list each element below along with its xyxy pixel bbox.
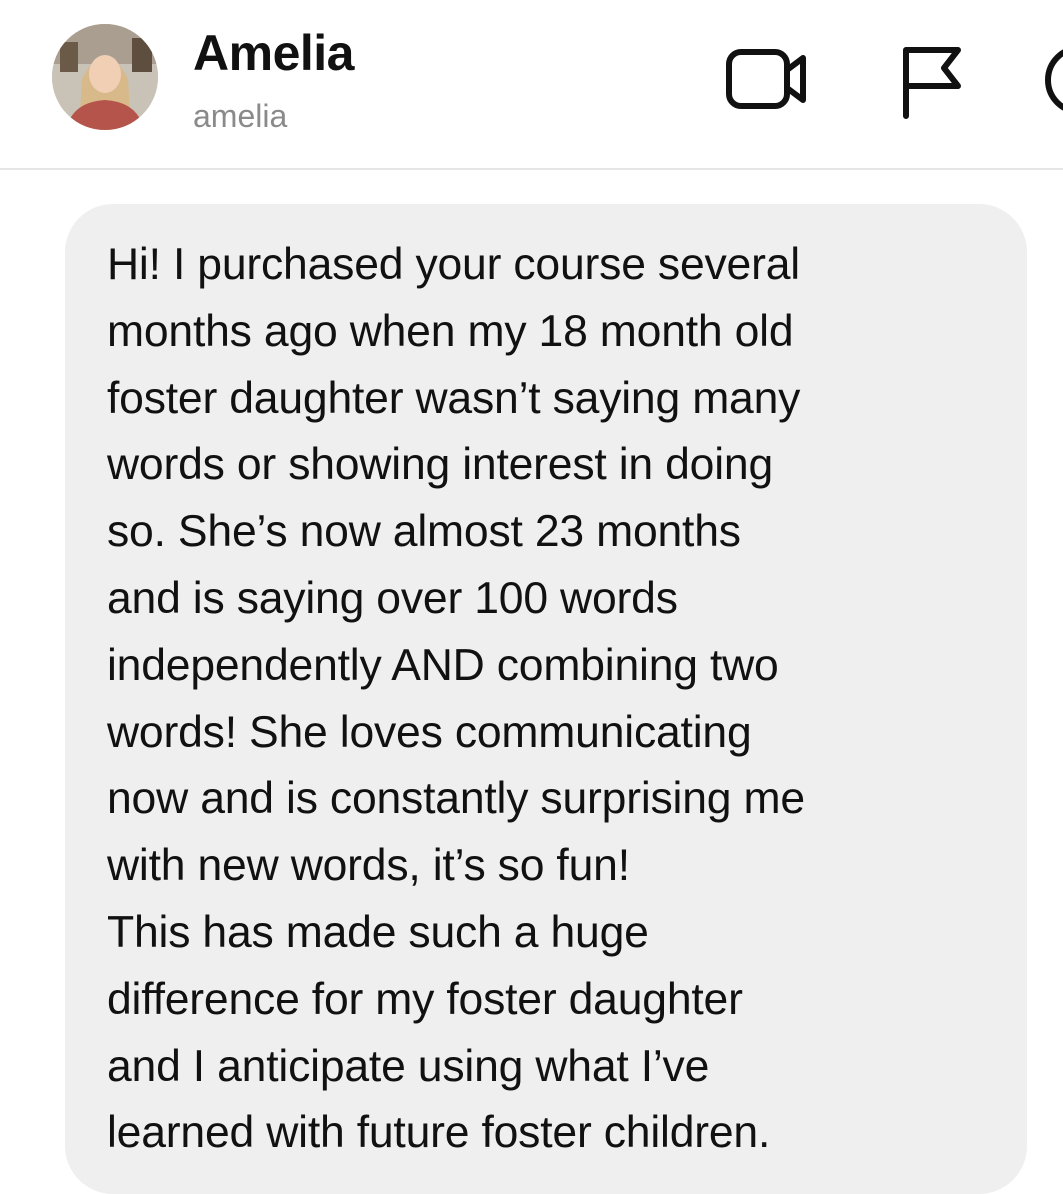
message-line: difference for my foster daughter [107, 974, 743, 1024]
avatar-photo-icon [52, 24, 158, 130]
message-line: so. She’s now almost 23 months [107, 507, 741, 557]
contact-handle: amelia [193, 98, 288, 134]
chat-header: Amelia amelia [0, 0, 1063, 170]
message-line: foster daughter wasn’t saying many [107, 373, 801, 423]
message-line: now and is constantly surprising me [107, 774, 805, 824]
message-line: and I anticipate using what I’ve [107, 1041, 710, 1091]
message-line: with new words, it’s so fun! [107, 841, 630, 891]
flag-icon[interactable] [898, 40, 968, 120]
message-line: months ago when my 18 month old [107, 306, 794, 356]
info-icon[interactable] [1040, 40, 1063, 120]
message-line: learned with future foster children. [107, 1108, 771, 1158]
message-text: Hi! I purchased your course several mont… [107, 232, 1007, 1167]
message-line: words! She loves communicating [107, 707, 752, 757]
message-line: and is saying over 100 words [107, 573, 678, 623]
video-camera-icon[interactable] [725, 40, 809, 116]
message-line: This has made such a huge [107, 907, 649, 957]
message-line: words or showing interest in doing [107, 440, 774, 490]
avatar[interactable] [52, 24, 158, 130]
message-line: independently AND combining two [107, 640, 779, 690]
contact-name: Amelia [193, 25, 354, 81]
message-line: Hi! I purchased your course several [107, 240, 800, 289]
